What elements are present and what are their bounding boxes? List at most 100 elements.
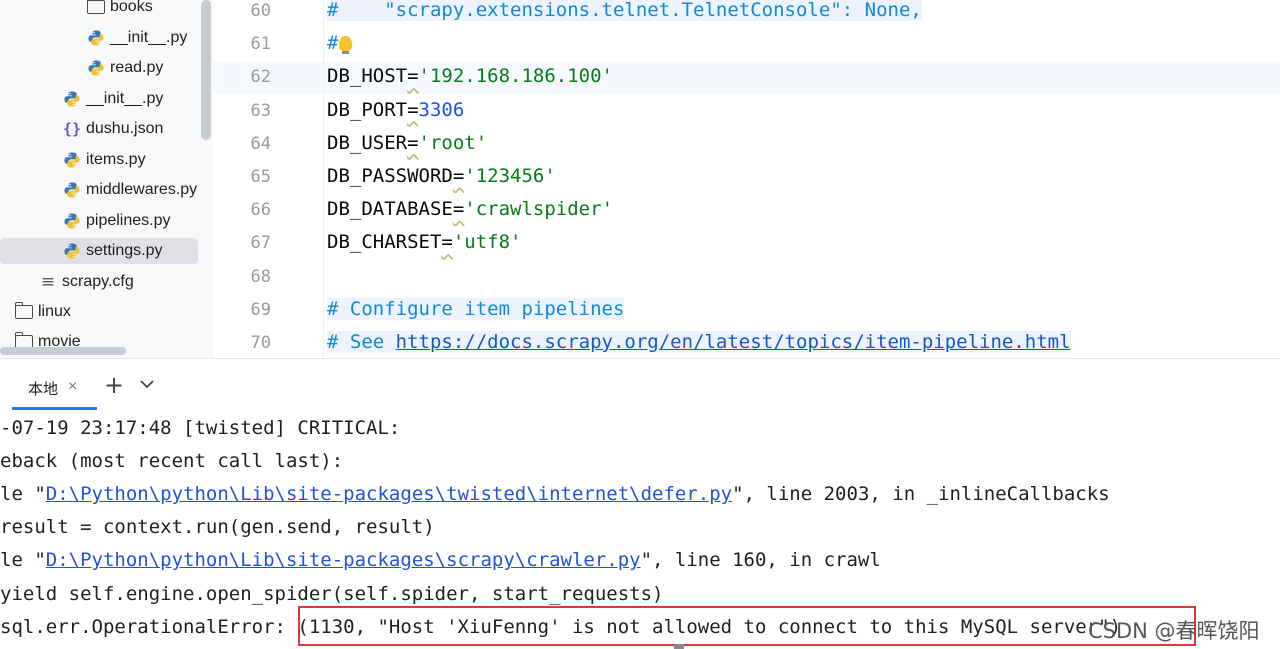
line-number: 70 — [250, 333, 271, 353]
lightbulb-icon[interactable] — [339, 36, 353, 55]
terminal-tab-local[interactable]: 本地 × — [12, 373, 77, 411]
vertical-scrollbar[interactable] — [201, 0, 211, 140]
code-token: 'utf8' — [452, 231, 522, 254]
line-number: 66 — [250, 200, 271, 221]
terminal-text: ", line 160, in crawl — [640, 549, 881, 572]
code-token: 'crawlspider' — [464, 198, 614, 221]
terminal-tab-label: 本地 — [28, 380, 59, 398]
code-line[interactable]: 63 DB_PORT=3306 — [213, 96, 1280, 129]
tree-item-label: items.py — [86, 151, 146, 168]
terminal-text: result = context.run(gen.send, result) — [0, 516, 435, 539]
code-line[interactable]: 67 DB_CHARSET='utf8' — [213, 228, 1280, 261]
tree-item-label: dushu.json — [86, 120, 164, 137]
line-number: 63 — [250, 100, 271, 121]
terminal-output[interactable]: sql.err.OperationalError: (1130, "Host '… — [0, 410, 1280, 649]
close-icon[interactable]: × — [68, 378, 77, 396]
horizontal-scrollbar[interactable] — [0, 347, 126, 355]
config-file-icon: ≡ — [40, 272, 56, 292]
code-text: DB_CHARSET='utf8' — [327, 231, 521, 253]
tree-item-label: scrapy.cfg — [62, 273, 134, 290]
python-file-icon — [86, 28, 106, 48]
python-file-icon — [86, 58, 106, 78]
python-file-icon — [62, 150, 82, 170]
code-text: DB_PASSWORD='123456' — [327, 165, 556, 187]
file-path-link[interactable]: D:\Python\python\Lib\site-packages\scrap… — [46, 549, 641, 571]
code-token: 3306 — [418, 98, 465, 121]
code-text: DB_DATABASE='crawlspider' — [327, 198, 613, 220]
tree-item[interactable]: books — [86, 0, 153, 20]
tree-item-label: pipelines.py — [86, 212, 171, 229]
tree-item[interactable]: __init__.py — [62, 86, 163, 112]
code-line[interactable]: 68 — [213, 262, 1280, 295]
chevron-down-icon[interactable] — [139, 377, 155, 391]
code-token: # Configure item pipelines — [327, 297, 625, 320]
code-token: = — [452, 165, 465, 187]
code-line[interactable]: 64 DB_USER='root' — [213, 129, 1280, 162]
tree-item[interactable]: ≡ scrapy.cfg — [38, 269, 134, 295]
tree-item[interactable]: items.py — [62, 147, 146, 173]
terminal-line: result = context.run(gen.send, result) — [0, 516, 435, 538]
code-line[interactable]: 60 # "scrapy.extensions.telnet.TelnetCons… — [213, 0, 1280, 29]
line-number: 65 — [250, 167, 271, 187]
python-file-icon — [62, 211, 82, 231]
code-token: '123456' — [464, 165, 556, 187]
code-token: DB_PORT — [327, 98, 408, 121]
code-line[interactable]: 69 # Configure item pipelines — [213, 295, 1280, 328]
terminal-line: le "D:\Python\python\Lib\site-packages\t… — [0, 483, 1110, 505]
file-path-link[interactable]: D:\Python\python\Lib\site-packages\twist… — [46, 483, 732, 505]
line-number: 69 — [250, 299, 271, 320]
tree-item-label: read.py — [110, 59, 164, 76]
folder-icon — [86, 0, 106, 17]
code-text: # See https://docs.scrapy.org/en/latest/… — [327, 331, 1071, 353]
code-line[interactable]: 62 DB_HOST='192.168.186.100' — [213, 62, 1280, 95]
code-line[interactable]: 65 DB_PASSWORD='123456' — [213, 162, 1280, 195]
code-token: # — [327, 32, 339, 55]
code-token: # See — [327, 331, 396, 353]
tree-item[interactable]: read.py — [86, 55, 163, 81]
code-token: DB_DATABASE — [327, 198, 453, 221]
code-text: DB_PORT=3306 — [327, 99, 464, 121]
terminal-tab-bar: 本地 × + — [0, 358, 1280, 411]
terminal-line: -07-19 23:17:48 [twisted] CRITICAL: — [0, 417, 400, 439]
terminal-text: -07-19 23:17:48 [twisted] CRITICAL: — [0, 417, 401, 439]
code-token: # "scrapy.extensions.telnet.TelnetConsol… — [327, 0, 922, 21]
code-token: = — [441, 231, 453, 254]
code-text: DB_HOST='192.168.186.100' — [327, 65, 613, 87]
tree-item-label: __init__.py — [86, 90, 164, 107]
new-terminal-tab-button[interactable]: + — [104, 371, 124, 399]
folder-icon — [14, 302, 34, 322]
tree-item[interactable]: settings.py — [0, 238, 198, 264]
terminal-text: ", line 2003, in _inlineCallbacks — [732, 483, 1110, 506]
line-number: 64 — [250, 133, 271, 154]
line-number: 60 — [250, 1, 271, 21]
python-file-icon — [62, 241, 82, 261]
tree-item[interactable]: __init__.py — [86, 25, 187, 51]
tree-item[interactable]: middlewares.py — [62, 177, 197, 203]
code-token: = — [407, 98, 419, 121]
code-line[interactable]: 70 # See https://docs.scrapy.org/en/lates… — [213, 328, 1280, 358]
line-number: 61 — [250, 34, 271, 55]
tree-item-label: __init__.py — [110, 29, 188, 46]
code-token: DB_CHARSET — [327, 231, 442, 254]
project-tree: books __init__.py read.py __init__.py{} dush… — [0, 0, 213, 358]
terminal-text: le " — [0, 483, 46, 506]
tree-item[interactable]: pipelines.py — [62, 208, 171, 234]
code-line[interactable]: 61 # — [213, 29, 1280, 62]
code-token[interactable]: https://docs.scrapy.org/en/latest/topics… — [395, 331, 1071, 353]
json-file-icon: {} — [62, 120, 82, 138]
watermark: CSDN @春晖饶阳 — [1088, 619, 1260, 643]
terminal-line: yield self.engine.open_spider(self.spide… — [0, 583, 663, 605]
code-text: # "scrapy.extensions.telnet.TelnetConsol… — [327, 0, 922, 21]
terminal-line: le "D:\Python\python\Lib\site-packages\s… — [0, 549, 881, 571]
code-token: DB_PASSWORD — [327, 165, 453, 187]
line-number: 68 — [250, 266, 271, 287]
terminal-line: eback (most recent call last): — [0, 450, 343, 472]
code-token: DB_USER — [327, 131, 408, 154]
python-file-icon — [62, 89, 82, 109]
tree-item[interactable]: linux — [14, 299, 71, 325]
code-line[interactable]: 66 DB_DATABASE='crawlspider' — [213, 195, 1280, 228]
tree-item[interactable]: {} dushu.json — [62, 116, 163, 142]
code-editor[interactable]: 60 # "scrapy.extensions.telnet.TelnetCons… — [213, 0, 1280, 358]
code-token: 'root' — [418, 131, 488, 154]
error-highlight-box — [298, 606, 1196, 646]
